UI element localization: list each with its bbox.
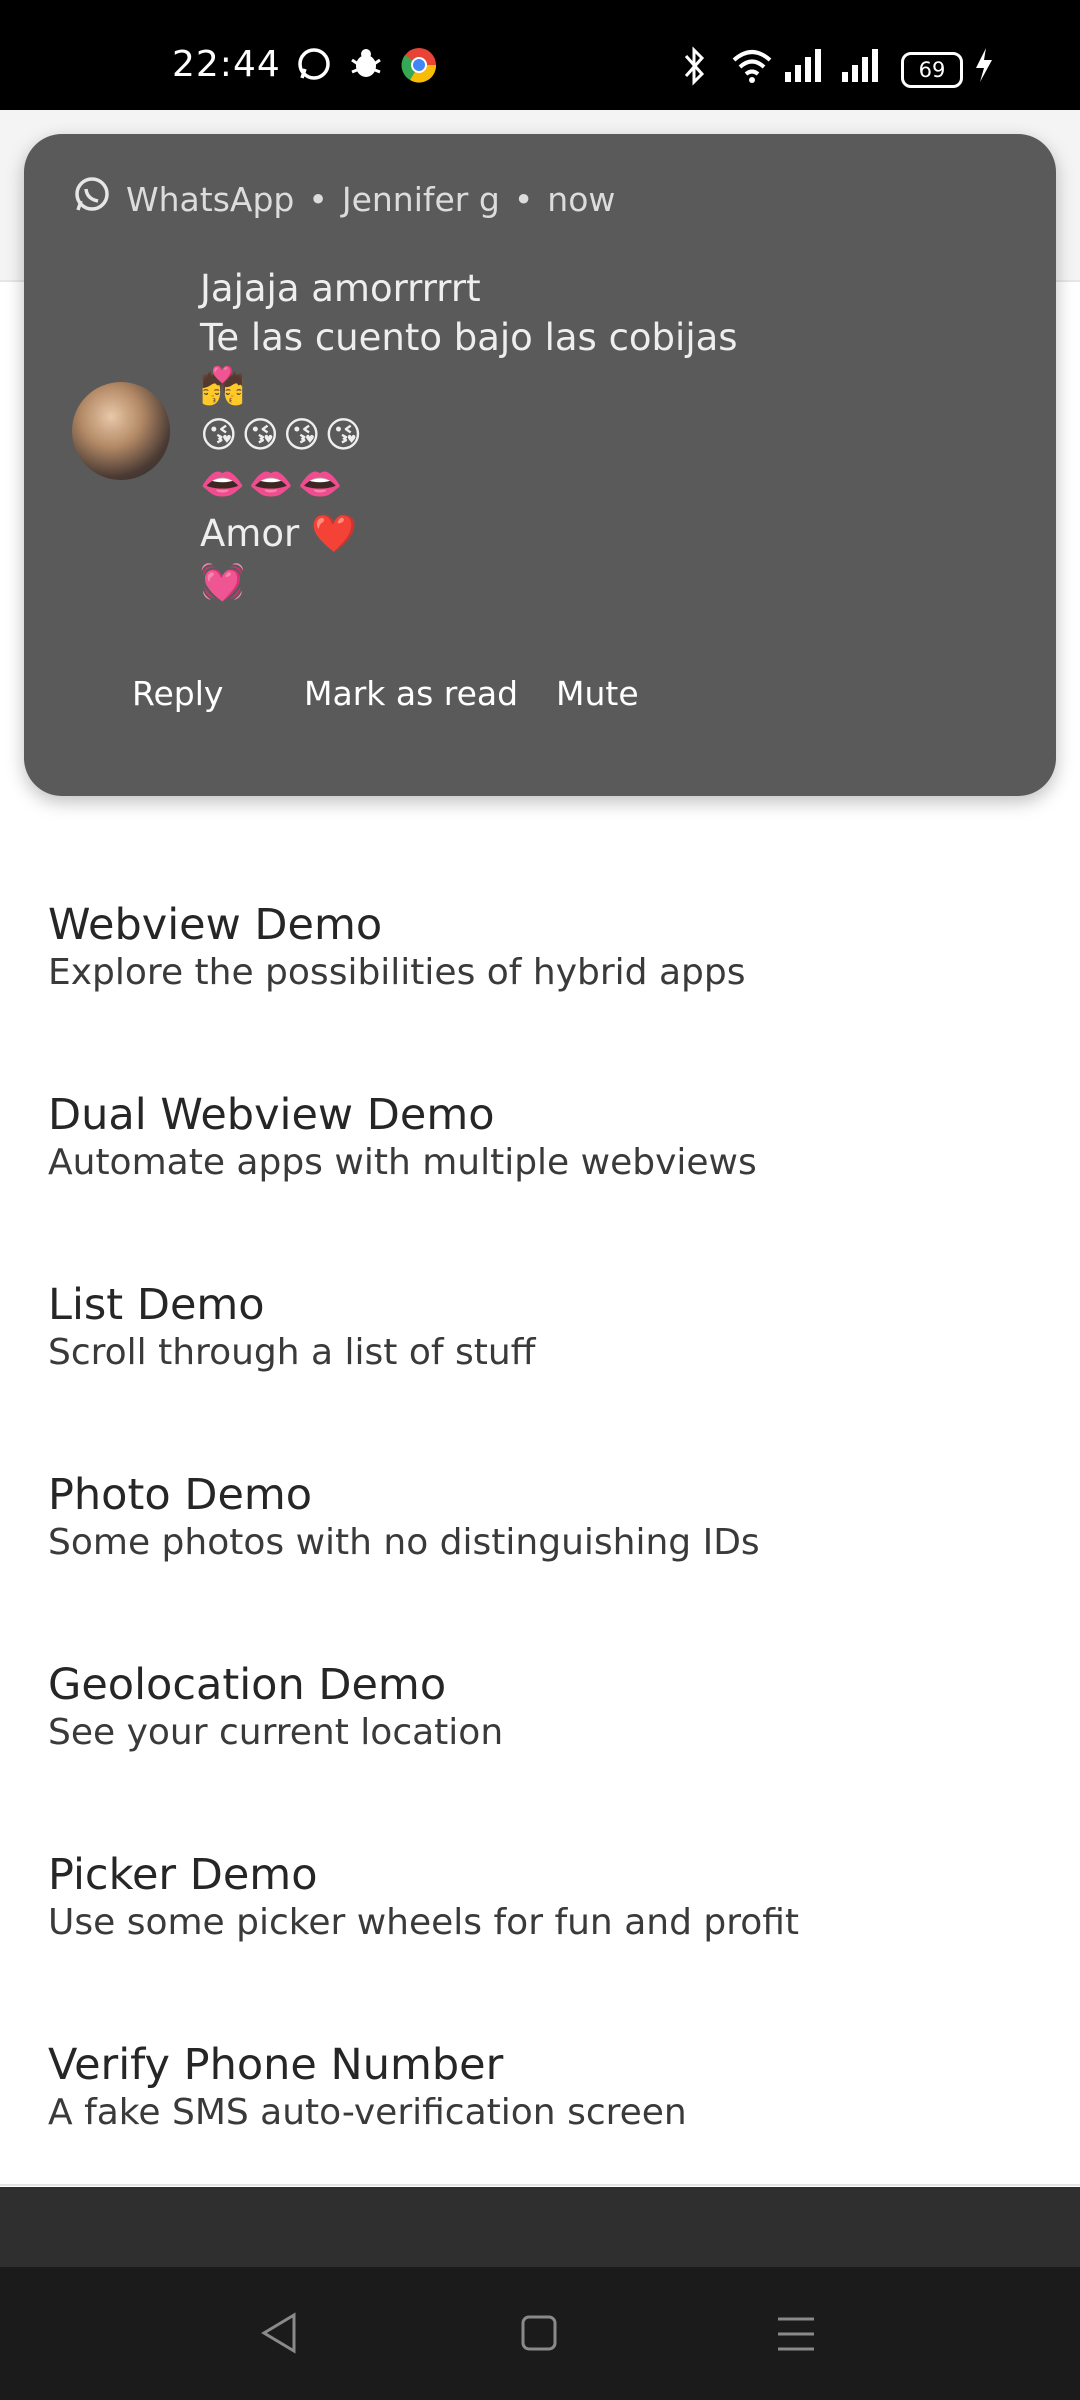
message-line: 👄👄👄 (200, 464, 347, 505)
mute-button[interactable]: Mute (556, 674, 639, 713)
list-item-title: Photo Demo (48, 1470, 313, 1520)
wifi-icon (730, 46, 774, 88)
separator-dot: • (308, 179, 328, 219)
list-item-subtitle: Scroll through a list of stuff (48, 1332, 536, 1373)
navigation-bar (0, 2267, 1080, 2400)
bluetooth-icon (678, 46, 712, 90)
list-item[interactable]: Webview Demo Explore the possibilities o… (0, 854, 1080, 1046)
message-line: Amor ❤️ (200, 512, 358, 555)
notification-messages: Jajaja amorrrrrt Te las cuento bajo las … (200, 264, 738, 607)
list-item-subtitle: Use some picker wheels for fun and profi… (48, 1902, 800, 1943)
chrome-icon (400, 46, 438, 88)
home-icon[interactable] (519, 2313, 559, 2357)
menu-icon[interactable] (776, 2315, 816, 2357)
message-line: 😘😘😘😘 (200, 415, 367, 456)
whatsapp-icon (72, 175, 112, 223)
list-item-title: List Demo (48, 1280, 265, 1330)
list-item[interactable]: List Demo Scroll through a list of stuff (0, 1234, 1080, 1426)
list-item-title: Geolocation Demo (48, 1660, 447, 1710)
notification-sender: Jennifer g (341, 179, 500, 219)
notification-header: WhatsApp • Jennifer g • now (72, 176, 615, 222)
list-item-title: Dual Webview Demo (48, 1090, 495, 1140)
bug-icon (348, 46, 384, 86)
list-item[interactable]: Dual Webview Demo Automate apps with mul… (0, 1044, 1080, 1236)
app-footer (0, 2187, 1080, 2267)
message-line: 💏 (200, 366, 249, 407)
list-item-subtitle: A fake SMS auto-verification screen (48, 2092, 687, 2133)
notification-time: now (547, 179, 616, 219)
avatar (72, 382, 170, 480)
notification-app-name: WhatsApp (126, 179, 295, 219)
message-line: 💓 (200, 562, 249, 603)
list-item[interactable]: Photo Demo Some photos with no distingui… (0, 1424, 1080, 1616)
status-time: 22:44 (172, 44, 281, 85)
charging-icon (972, 46, 996, 88)
message-line: Jajaja amorrrrrt (200, 267, 481, 310)
separator-dot: • (513, 179, 534, 219)
list-item-title: Webview Demo (48, 900, 383, 950)
list-item-subtitle: Some photos with no distinguishing IDs (48, 1522, 760, 1563)
battery-icon: 69 (901, 52, 963, 88)
list-item-title: Verify Phone Number (48, 2040, 504, 2090)
list-item-title: Picker Demo (48, 1850, 318, 1900)
list-item[interactable]: Picker Demo Use some picker wheels for f… (0, 1804, 1080, 1996)
list-item[interactable]: Verify Phone Number A fake SMS auto-veri… (0, 1994, 1080, 2186)
whatsapp-notification[interactable]: WhatsApp • Jennifer g • now Jajaja amorr… (24, 134, 1056, 796)
status-bar: 22:44 69 (0, 0, 1080, 110)
list-item-subtitle: Automate apps with multiple webviews (48, 1142, 757, 1183)
list-item[interactable]: Geolocation Demo See your current locati… (0, 1614, 1080, 1806)
back-icon[interactable] (258, 2311, 300, 2359)
message-line: Te las cuento bajo las cobijas (200, 316, 738, 359)
list-item-subtitle: See your current location (48, 1712, 504, 1753)
mark-as-read-button[interactable]: Mark as read (304, 674, 518, 713)
signal-icon (783, 46, 827, 88)
whatsapp-icon (296, 46, 332, 86)
reply-button[interactable]: Reply (132, 674, 223, 713)
signal-icon (840, 46, 884, 88)
list-item-subtitle: Explore the possibilities of hybrid apps (48, 952, 746, 993)
